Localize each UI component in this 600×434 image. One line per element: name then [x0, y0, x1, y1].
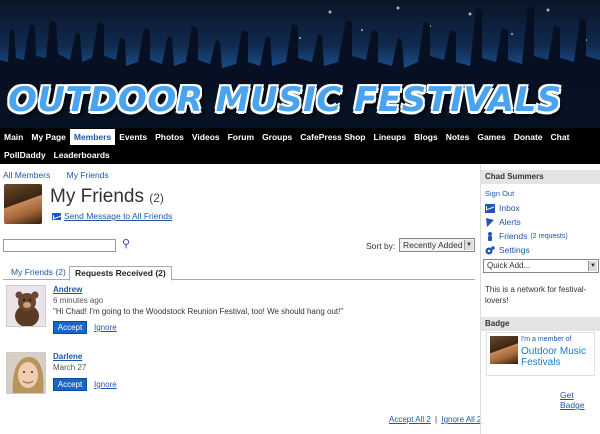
nav-item-my-page[interactable]: My Page: [27, 129, 70, 145]
send-message-label: Send Message to All Friends: [64, 211, 173, 221]
sidebar-item-inbox[interactable]: Inbox: [485, 203, 520, 213]
nav-item-events[interactable]: Events: [115, 129, 151, 145]
sidebar: Chad Summers Sign Out Inbox Alerts Frien…: [480, 164, 600, 434]
accept-button[interactable]: Accept: [53, 321, 87, 334]
sign-out-link[interactable]: Sign Out: [485, 189, 514, 198]
list-item: Andrew 6 minutes ago "Hi Chad! I'm going…: [3, 285, 475, 343]
request-time: 6 minutes ago: [53, 296, 104, 305]
bulk-separator: |: [435, 415, 438, 424]
search-icon[interactable]: ⚲: [120, 238, 132, 251]
nav-item-videos[interactable]: Videos: [188, 129, 224, 145]
main-content: All Members My Friends My Friends (2) Se…: [0, 164, 481, 434]
alert-flag-icon: [485, 217, 495, 227]
nav-item-donate[interactable]: Donate: [510, 129, 547, 145]
avatar[interactable]: [6, 352, 46, 394]
nav-item-notes[interactable]: Notes: [442, 129, 474, 145]
breadcrumb-all-members[interactable]: All Members: [3, 170, 50, 180]
bulk-actions: Accept All 2 | Ignore All 2: [389, 415, 481, 424]
nav-item-members[interactable]: Members: [69, 129, 116, 145]
envelope-icon: [52, 212, 61, 220]
friends-tabs: My Friends (2) Requests Received (2): [3, 264, 475, 281]
sort-select[interactable]: Recently Added ▼: [399, 238, 475, 252]
sort-label: Sort by:: [366, 241, 396, 251]
sort-selected-value: Recently Added: [403, 240, 463, 250]
sidebar-item-label: Settings: [499, 245, 530, 255]
tab-my-friends[interactable]: My Friends (2): [6, 266, 71, 280]
ignore-link[interactable]: Ignore: [94, 380, 117, 389]
tab-requests-received[interactable]: Requests Received (2): [69, 266, 172, 281]
nav-item-forum[interactable]: Forum: [224, 129, 258, 145]
sidebar-item-label: Inbox: [499, 203, 520, 213]
send-message-all-link[interactable]: Send Message to All Friends: [52, 211, 172, 221]
sidebar-item-label: Alerts: [499, 217, 521, 227]
badge-network-name: Outdoor Music Festivals: [521, 346, 587, 368]
request-name[interactable]: Andrew: [53, 285, 82, 294]
sidebar-item-friends[interactable]: Friends (2 requests): [485, 231, 568, 241]
chevron-down-icon: ▼: [464, 240, 473, 250]
sidebar-item-alerts[interactable]: Alerts: [485, 217, 521, 227]
accept-button[interactable]: Accept: [53, 378, 87, 391]
site-title[interactable]: Outdoor Music Festivals: [8, 80, 562, 120]
nav-item-groups[interactable]: Groups: [258, 129, 296, 145]
avatar[interactable]: [6, 285, 46, 327]
nav-item-cafepress-shop[interactable]: CafePress Shop: [296, 129, 369, 145]
nav-row-secondary: PollDaddy Leaderboards: [0, 146, 114, 164]
request-name[interactable]: Darlene: [53, 352, 82, 361]
page-title-text: My Friends: [50, 186, 144, 207]
chevron-down-icon: ▼: [588, 261, 597, 271]
request-time: March 27: [53, 363, 87, 372]
sidebar-user-name: Chad Summers: [481, 170, 600, 184]
request-message: "Hi Chad! I'm going to the Woodstock Reu…: [53, 307, 344, 316]
member-badge[interactable]: I'm a member of Outdoor Music Festivals: [486, 332, 595, 376]
nav-item-main[interactable]: Main: [0, 129, 27, 145]
friend-count: (2): [149, 191, 164, 205]
sidebar-item-label: Friends: [499, 231, 528, 241]
nav-item-photos[interactable]: Photos: [151, 129, 188, 145]
quick-add-value: Quick Add...: [487, 261, 531, 270]
get-badge-link[interactable]: Get Badge: [560, 390, 600, 410]
network-description: This is a network for festival-lovers!: [485, 285, 587, 305]
nav-item-lineups[interactable]: Lineups: [370, 129, 411, 145]
person-icon: [485, 231, 495, 241]
accept-all-link[interactable]: Accept All 2: [389, 415, 431, 424]
avatar: [490, 336, 518, 364]
ignore-all-link[interactable]: Ignore All 2: [441, 415, 481, 424]
sidebar-item-settings[interactable]: Settings: [485, 245, 530, 255]
ignore-link[interactable]: Ignore: [94, 323, 117, 332]
friends-requests-count: (2 requests): [530, 232, 568, 240]
avatar[interactable]: [4, 184, 42, 224]
list-item: Darlene March 27 Accept Ignore: [3, 352, 475, 402]
quick-add-select[interactable]: Quick Add... ▼: [483, 259, 599, 273]
nav-item-leaderboards[interactable]: Leaderboards: [50, 147, 114, 163]
nav-item-chat[interactable]: Chat: [547, 129, 574, 145]
search-input[interactable]: [3, 239, 116, 252]
main-nav: Main My Page Members Events Photos Videos Foru…: [0, 128, 600, 164]
nav-item-games[interactable]: Games: [473, 129, 509, 145]
page-title: My Friends (2): [50, 186, 164, 208]
nav-row-primary: Main My Page Members Events Photos Videos Foru…: [0, 128, 573, 146]
badge-caption: I'm a member of: [521, 336, 572, 343]
site-banner: Outdoor Music Festivals: [0, 0, 600, 128]
gear-icon: [485, 245, 495, 255]
nav-item-blogs[interactable]: Blogs: [410, 129, 442, 145]
envelope-icon: [485, 203, 495, 213]
breadcrumb-my-friends[interactable]: My Friends: [67, 170, 109, 180]
nav-item-polldaddy[interactable]: PollDaddy: [0, 147, 50, 163]
badge-heading: Badge: [481, 317, 600, 331]
breadcrumb: All Members My Friends: [3, 170, 123, 180]
